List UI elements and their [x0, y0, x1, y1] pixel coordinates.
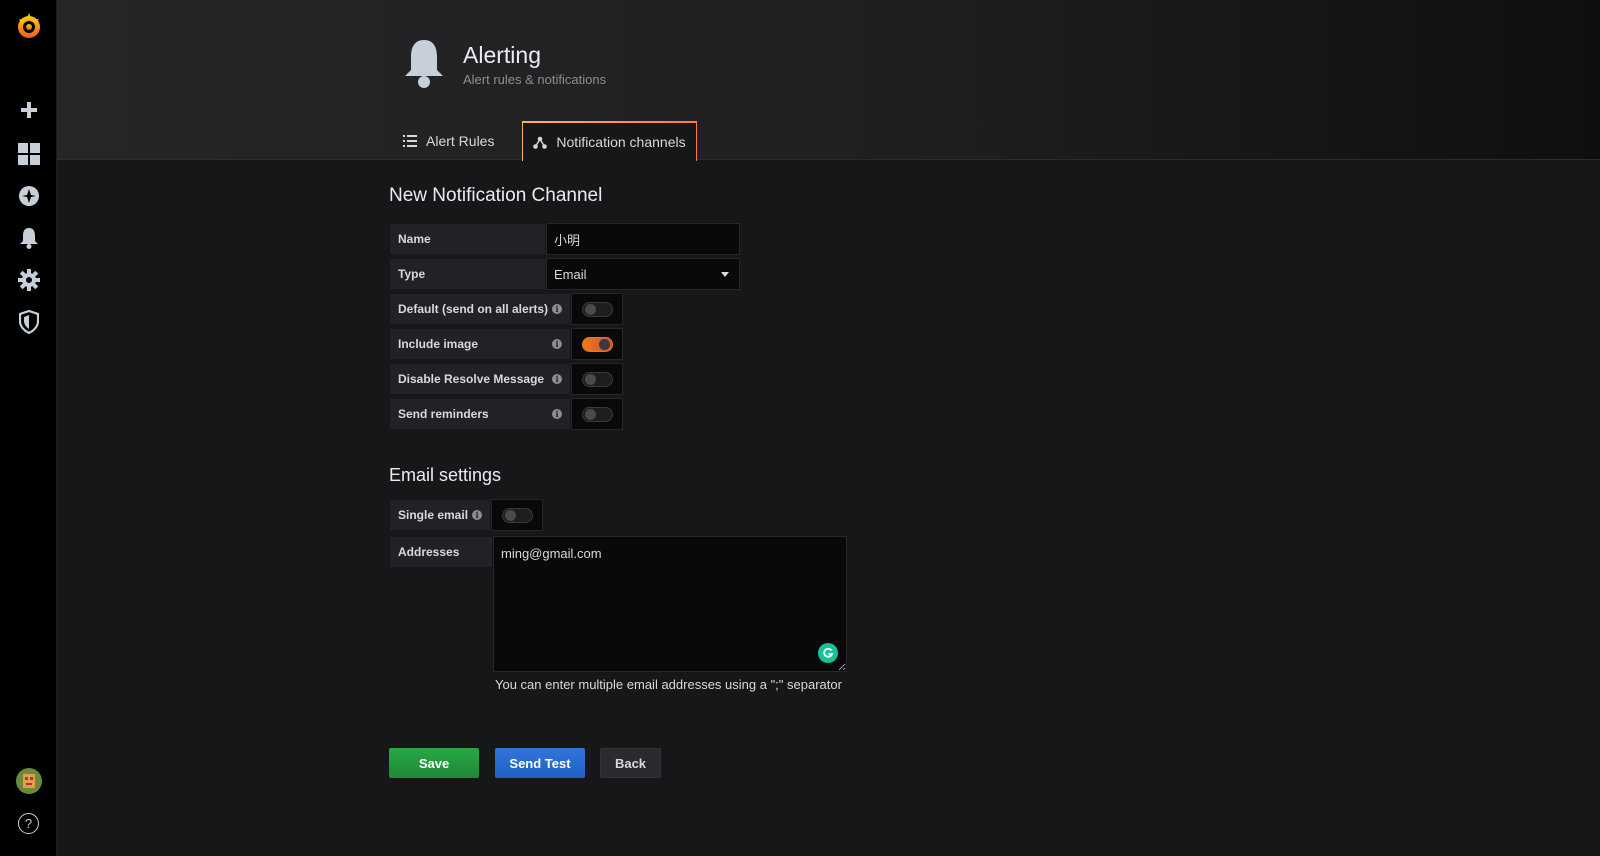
include-image-switch[interactable] [571, 328, 623, 360]
send-test-button[interactable]: Send Test [495, 748, 585, 778]
tab-alert-rules-label: Alert Rules [426, 133, 495, 149]
dashboards-icon[interactable] [0, 134, 57, 174]
info-icon[interactable]: i [552, 374, 562, 384]
switch-knob [584, 373, 596, 385]
switch-knob [584, 408, 596, 420]
info-icon[interactable]: i [552, 339, 562, 349]
share-icon [533, 136, 548, 149]
bell-icon [403, 38, 447, 90]
addresses-label: Addresses [389, 536, 493, 568]
addresses-hint: You can enter multiple email addresses u… [495, 677, 842, 692]
grammarly-icon[interactable] [818, 643, 838, 663]
send-reminders-switch[interactable] [571, 398, 623, 430]
toggle-label-send-reminders: Send reminders i [389, 398, 571, 430]
info-icon[interactable]: i [552, 409, 562, 419]
switch-knob [504, 509, 516, 521]
toggle-label-include-image: Include image i [389, 328, 571, 360]
save-button[interactable]: Save [389, 748, 479, 778]
single-email-label: Single email i [389, 499, 491, 531]
switch-track [501, 507, 533, 523]
switch-track [581, 406, 613, 422]
tab-alert-rules[interactable]: Alert Rules [403, 121, 494, 161]
toggle-label-default: Default (send on all alerts) i [389, 293, 571, 325]
help-glyph: ? [18, 812, 39, 834]
toggle-label-text: Disable Resolve Message [398, 372, 545, 386]
switch-knob [584, 303, 596, 315]
side-menu: ? [0, 0, 57, 856]
help-icon[interactable]: ? [0, 803, 57, 843]
toggle-label-text: Include image [398, 337, 479, 351]
addresses-textarea[interactable] [493, 536, 847, 672]
info-icon[interactable]: i [472, 510, 482, 520]
info-icon[interactable]: i [552, 304, 562, 314]
plus-icon[interactable] [0, 90, 57, 130]
name-label: Name [389, 223, 546, 255]
type-select[interactable]: Email [546, 258, 740, 290]
alert-bell-icon[interactable] [0, 218, 57, 258]
grafana-logo[interactable] [0, 6, 57, 46]
switch-track [581, 301, 613, 317]
avatar[interactable] [0, 761, 57, 801]
toggle-label-disable-resolve: Disable Resolve Message i [389, 363, 571, 395]
type-select-value: Email [554, 266, 587, 282]
default-switch[interactable] [571, 293, 623, 325]
toggle-label-text: Default (send on all alerts) [398, 302, 549, 316]
single-email-switch[interactable] [491, 499, 543, 531]
toggle-label-text: Send reminders [398, 407, 489, 421]
back-button[interactable]: Back [600, 748, 661, 778]
caret-down-icon [721, 272, 729, 277]
email-settings-title: Email settings [389, 465, 502, 485]
tab-notification-channels[interactable]: Notification channels [522, 121, 697, 161]
list-icon [403, 135, 417, 147]
gear-icon[interactable] [0, 260, 57, 300]
switch-track [581, 336, 613, 352]
page-header: Alerting Alert rules & notifications Ale… [57, 0, 1600, 161]
switch-knob [598, 338, 610, 350]
explore-icon[interactable] [0, 176, 57, 216]
disable-resolve-switch[interactable] [571, 363, 623, 395]
switch-track [581, 371, 613, 387]
name-input[interactable]: 小明 [546, 223, 740, 255]
tab-notification-channels-label: Notification channels [556, 134, 686, 150]
type-label: Type [389, 258, 546, 290]
form-title: New Notification Channel [389, 185, 603, 206]
single-email-label-text: Single email [398, 508, 469, 522]
shield-icon[interactable] [0, 302, 57, 342]
page-subtitle: Alert rules & notifications [463, 72, 607, 87]
page-title: Alerting [463, 42, 541, 68]
